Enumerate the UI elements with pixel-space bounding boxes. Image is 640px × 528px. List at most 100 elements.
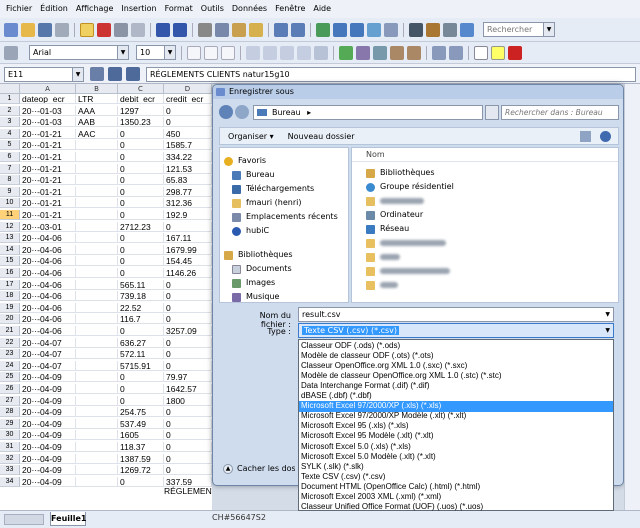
cell-c[interactable]: 1605 <box>118 430 164 441</box>
font-size-select[interactable]: 10 ▼ <box>136 45 176 60</box>
cell-b[interactable] <box>76 198 118 209</box>
nav-images[interactable]: Images <box>220 276 348 290</box>
navigator-icon[interactable] <box>426 22 440 37</box>
row-header[interactable]: 33 <box>0 465 20 476</box>
borders-icon[interactable] <box>474 45 488 60</box>
cell-c[interactable]: 0 <box>118 152 164 162</box>
chart-icon[interactable] <box>367 22 381 37</box>
merge-cells-icon[interactable] <box>314 45 328 60</box>
cell-c[interactable]: 572.11 <box>118 349 164 360</box>
cell-d[interactable]: 0 <box>164 302 212 313</box>
file-type-option[interactable]: Microsoft Excel 2003 XML (.xml) (*.xml) <box>299 492 613 503</box>
file-type-option[interactable]: Microsoft Excel 5.0 Modèle (.xlt) (*.xlt… <box>299 452 613 463</box>
cell-b[interactable]: AAB <box>76 117 118 128</box>
cell-d[interactable]: 1146.26 <box>164 268 212 278</box>
file-type-option[interactable]: Classeur Unified Office Format (UOF) (.u… <box>299 502 613 513</box>
row-header[interactable]: 14 <box>0 244 20 255</box>
find-replace-icon[interactable] <box>409 22 423 37</box>
hyperlink-icon[interactable] <box>316 22 330 37</box>
row-header[interactable]: 17 <box>0 279 20 290</box>
file-type-option[interactable]: Texte CSV (.csv) (*.csv) <box>299 472 613 483</box>
cell-b[interactable] <box>76 175 118 186</box>
file-type-option[interactable]: Document HTML (OpenOffice Calc) (.html) … <box>299 482 613 493</box>
function-icon[interactable] <box>126 67 140 81</box>
cell-a[interactable]: 20··-01-21 <box>20 186 76 197</box>
cell-a[interactable]: 20··-04-09 <box>20 395 76 406</box>
cell-c[interactable]: 254.75 <box>118 407 164 418</box>
nav-recent[interactable]: Emplacements récents <box>220 210 348 224</box>
cell-d[interactable]: 0 <box>164 418 212 429</box>
row-header[interactable]: 31 <box>0 442 20 452</box>
new-document-icon[interactable] <box>4 22 18 37</box>
cell-a[interactable]: 20··-04-09 <box>20 372 76 383</box>
cell-b[interactable]: AAA <box>76 105 118 116</box>
menu-outils[interactable]: Outils <box>197 0 228 18</box>
row-header[interactable]: 32 <box>0 453 20 464</box>
cell-b[interactable]: LTR <box>76 94 118 104</box>
sum-icon[interactable] <box>108 67 122 81</box>
cell-b[interactable] <box>76 221 118 232</box>
cell-a[interactable]: 20··-04-09 <box>20 442 76 452</box>
row-header[interactable]: 10 <box>0 198 20 209</box>
row-header[interactable]: 15 <box>0 256 20 267</box>
cell-a[interactable]: 20··-04-06 <box>20 302 76 313</box>
cell-c[interactable]: 1387.59 <box>118 453 164 464</box>
search-input[interactable]: Rechercher ▼ <box>483 22 555 37</box>
file-type-option[interactable]: Microsoft Excel 97/2000/XP Modèle (.xlt)… <box>299 411 613 422</box>
cell-c[interactable]: 0 <box>118 372 164 383</box>
breadcrumb-bureau[interactable]: Bureau <box>272 108 301 117</box>
cell-c[interactable]: debit_ecr <box>118 94 164 104</box>
cell-b[interactable] <box>76 465 118 476</box>
nav-favorites[interactable]: Favoris <box>220 154 348 168</box>
cell-c[interactable]: 118.37 <box>118 442 164 452</box>
background-color-icon[interactable] <box>491 45 505 60</box>
cell-b[interactable]: AAC <box>76 128 118 139</box>
menu-edition[interactable]: Édition <box>36 0 72 18</box>
file-item-folder[interactable] <box>366 250 400 264</box>
row-header[interactable]: 1 <box>0 94 20 104</box>
cell-d[interactable]: 0 <box>164 407 212 418</box>
cell-d[interactable]: 0 <box>164 291 212 302</box>
align-center-icon[interactable] <box>263 45 277 60</box>
cell-d[interactable]: 154.45 <box>164 256 212 267</box>
copy-icon[interactable] <box>215 22 229 37</box>
cell-b[interactable] <box>76 337 118 348</box>
cell-a[interactable]: 20··-04-06 <box>20 291 76 302</box>
cell-c[interactable]: 0 <box>118 476 164 487</box>
cell-c[interactable]: 0 <box>118 384 164 394</box>
file-item-homegroup[interactable]: Groupe résidentiel <box>366 180 454 194</box>
row-header[interactable]: 11 <box>0 210 20 220</box>
file-item-user-folder[interactable] <box>366 194 424 208</box>
name-box[interactable]: E11 ▼ <box>4 67 84 82</box>
file-item-libraries[interactable]: Bibliothèques <box>366 166 435 180</box>
cell-a[interactable]: 20··-04-09 <box>20 453 76 464</box>
function-wizard-icon[interactable] <box>90 67 104 81</box>
cell-d[interactable]: 0 <box>164 337 212 348</box>
cell-a[interactable]: 20··-04-09 <box>20 476 76 487</box>
file-item-network[interactable]: Réseau <box>366 222 409 236</box>
cell-b[interactable] <box>76 476 118 487</box>
cell-c[interactable]: 0 <box>118 140 164 151</box>
undo-icon[interactable] <box>274 22 288 37</box>
help-icon[interactable] <box>600 131 611 142</box>
menu-insertion[interactable]: Insertion <box>117 0 160 18</box>
cell-b[interactable] <box>76 279 118 290</box>
font-name-select[interactable]: Arial ▼ <box>29 45 129 60</box>
cell-d[interactable]: 312.36 <box>164 198 212 209</box>
email-icon[interactable] <box>55 22 69 37</box>
cell-d[interactable]: 1800 <box>164 395 212 406</box>
save-icon[interactable] <box>38 22 52 37</box>
cut-icon[interactable] <box>198 22 212 37</box>
cell-d[interactable]: 0 <box>164 105 212 116</box>
styles-icon[interactable] <box>4 45 18 60</box>
cell-b[interactable] <box>76 442 118 452</box>
cell-d[interactable]: 121.53 <box>164 163 212 174</box>
justify-icon[interactable] <box>297 45 311 60</box>
cell-a[interactable]: 20··-04-06 <box>20 326 76 336</box>
cell-c[interactable]: 22.52 <box>118 302 164 313</box>
cell-d[interactable]: 1642.57 <box>164 384 212 394</box>
row-header[interactable]: 3 <box>0 117 20 128</box>
new-folder-button[interactable]: Nouveau dossier <box>288 132 355 141</box>
cell-d[interactable]: 0 <box>164 349 212 360</box>
row-header[interactable]: 23 <box>0 349 20 360</box>
